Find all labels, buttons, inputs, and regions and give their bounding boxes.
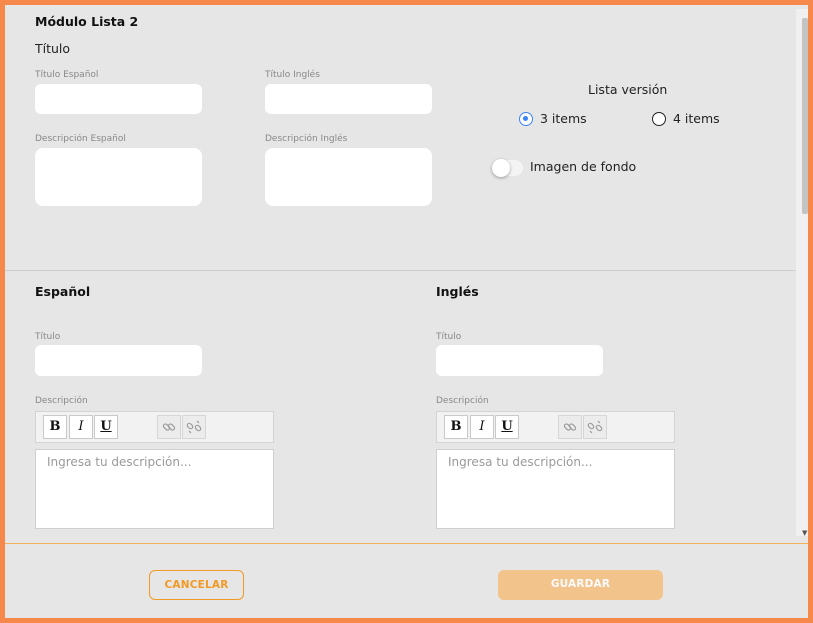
- espanol-heading: Español: [35, 284, 91, 299]
- espanol-titulo-label: Título: [35, 332, 61, 342]
- radio-4-items[interactable]: [652, 112, 666, 126]
- editor-placeholder: Ingresa tu descripción...: [47, 455, 192, 469]
- underline-button[interactable]: U: [94, 415, 118, 439]
- ingles-descripcion-label: Descripción: [436, 396, 489, 406]
- italic-button[interactable]: I: [470, 415, 494, 439]
- titulo-ingles-input[interactable]: [265, 84, 432, 114]
- ingles-editor-toolbar: B I U: [436, 411, 675, 443]
- scroll-down-arrow-icon[interactable]: ▼: [802, 529, 807, 537]
- radio-3-items[interactable]: [519, 112, 533, 126]
- descripcion-ingles-textarea[interactable]: [265, 148, 432, 206]
- radio-3-items-label: 3 items: [540, 111, 587, 126]
- ingles-titulo-input[interactable]: [436, 345, 603, 376]
- titulo-espanol-label: Título Español: [35, 70, 99, 80]
- ingles-heading: Inglés: [436, 284, 479, 299]
- descripcion-espanol-textarea[interactable]: [35, 148, 202, 206]
- link-icon[interactable]: [558, 415, 582, 439]
- scrollbar-thumb[interactable]: [802, 18, 808, 214]
- imagen-fondo-label: Imagen de fondo: [530, 159, 637, 174]
- bold-button[interactable]: B: [43, 415, 67, 439]
- section-title: Título: [35, 41, 71, 56]
- imagen-fondo-toggle[interactable]: [492, 159, 523, 177]
- modal-title: Módulo Lista 2: [35, 14, 139, 29]
- modal-dialog: Módulo Lista 2 Título Título Español Tít…: [0, 0, 813, 623]
- espanol-descripcion-editor[interactable]: Ingresa tu descripción...: [35, 449, 274, 529]
- editor-placeholder: Ingresa tu descripción...: [448, 455, 593, 469]
- ingles-titulo-label: Título: [436, 332, 462, 342]
- descripcion-ingles-label: Descripción Inglés: [265, 134, 348, 144]
- descripcion-espanol-label: Descripción Español: [35, 134, 126, 144]
- footer-divider: [5, 543, 808, 544]
- section-divider: [5, 270, 798, 271]
- cancel-button[interactable]: CANCELAR: [149, 570, 244, 600]
- ingles-descripcion-editor[interactable]: Ingresa tu descripción...: [436, 449, 675, 529]
- espanol-titulo-input[interactable]: [35, 345, 202, 376]
- radio-4-items-label: 4 items: [673, 111, 720, 126]
- espanol-editor-toolbar: B I U: [35, 411, 274, 443]
- unlink-icon[interactable]: [583, 415, 607, 439]
- link-icon[interactable]: [157, 415, 181, 439]
- italic-button[interactable]: I: [69, 415, 93, 439]
- underline-button[interactable]: U: [495, 415, 519, 439]
- toggle-knob: [492, 159, 510, 177]
- unlink-icon[interactable]: [182, 415, 206, 439]
- titulo-espanol-input[interactable]: [35, 84, 202, 114]
- titulo-ingles-label: Título Inglés: [265, 70, 320, 80]
- espanol-descripcion-label: Descripción: [35, 396, 88, 406]
- save-button[interactable]: GUARDAR: [498, 570, 663, 600]
- bold-button[interactable]: B: [444, 415, 468, 439]
- lista-version-label: Lista versión: [588, 82, 668, 97]
